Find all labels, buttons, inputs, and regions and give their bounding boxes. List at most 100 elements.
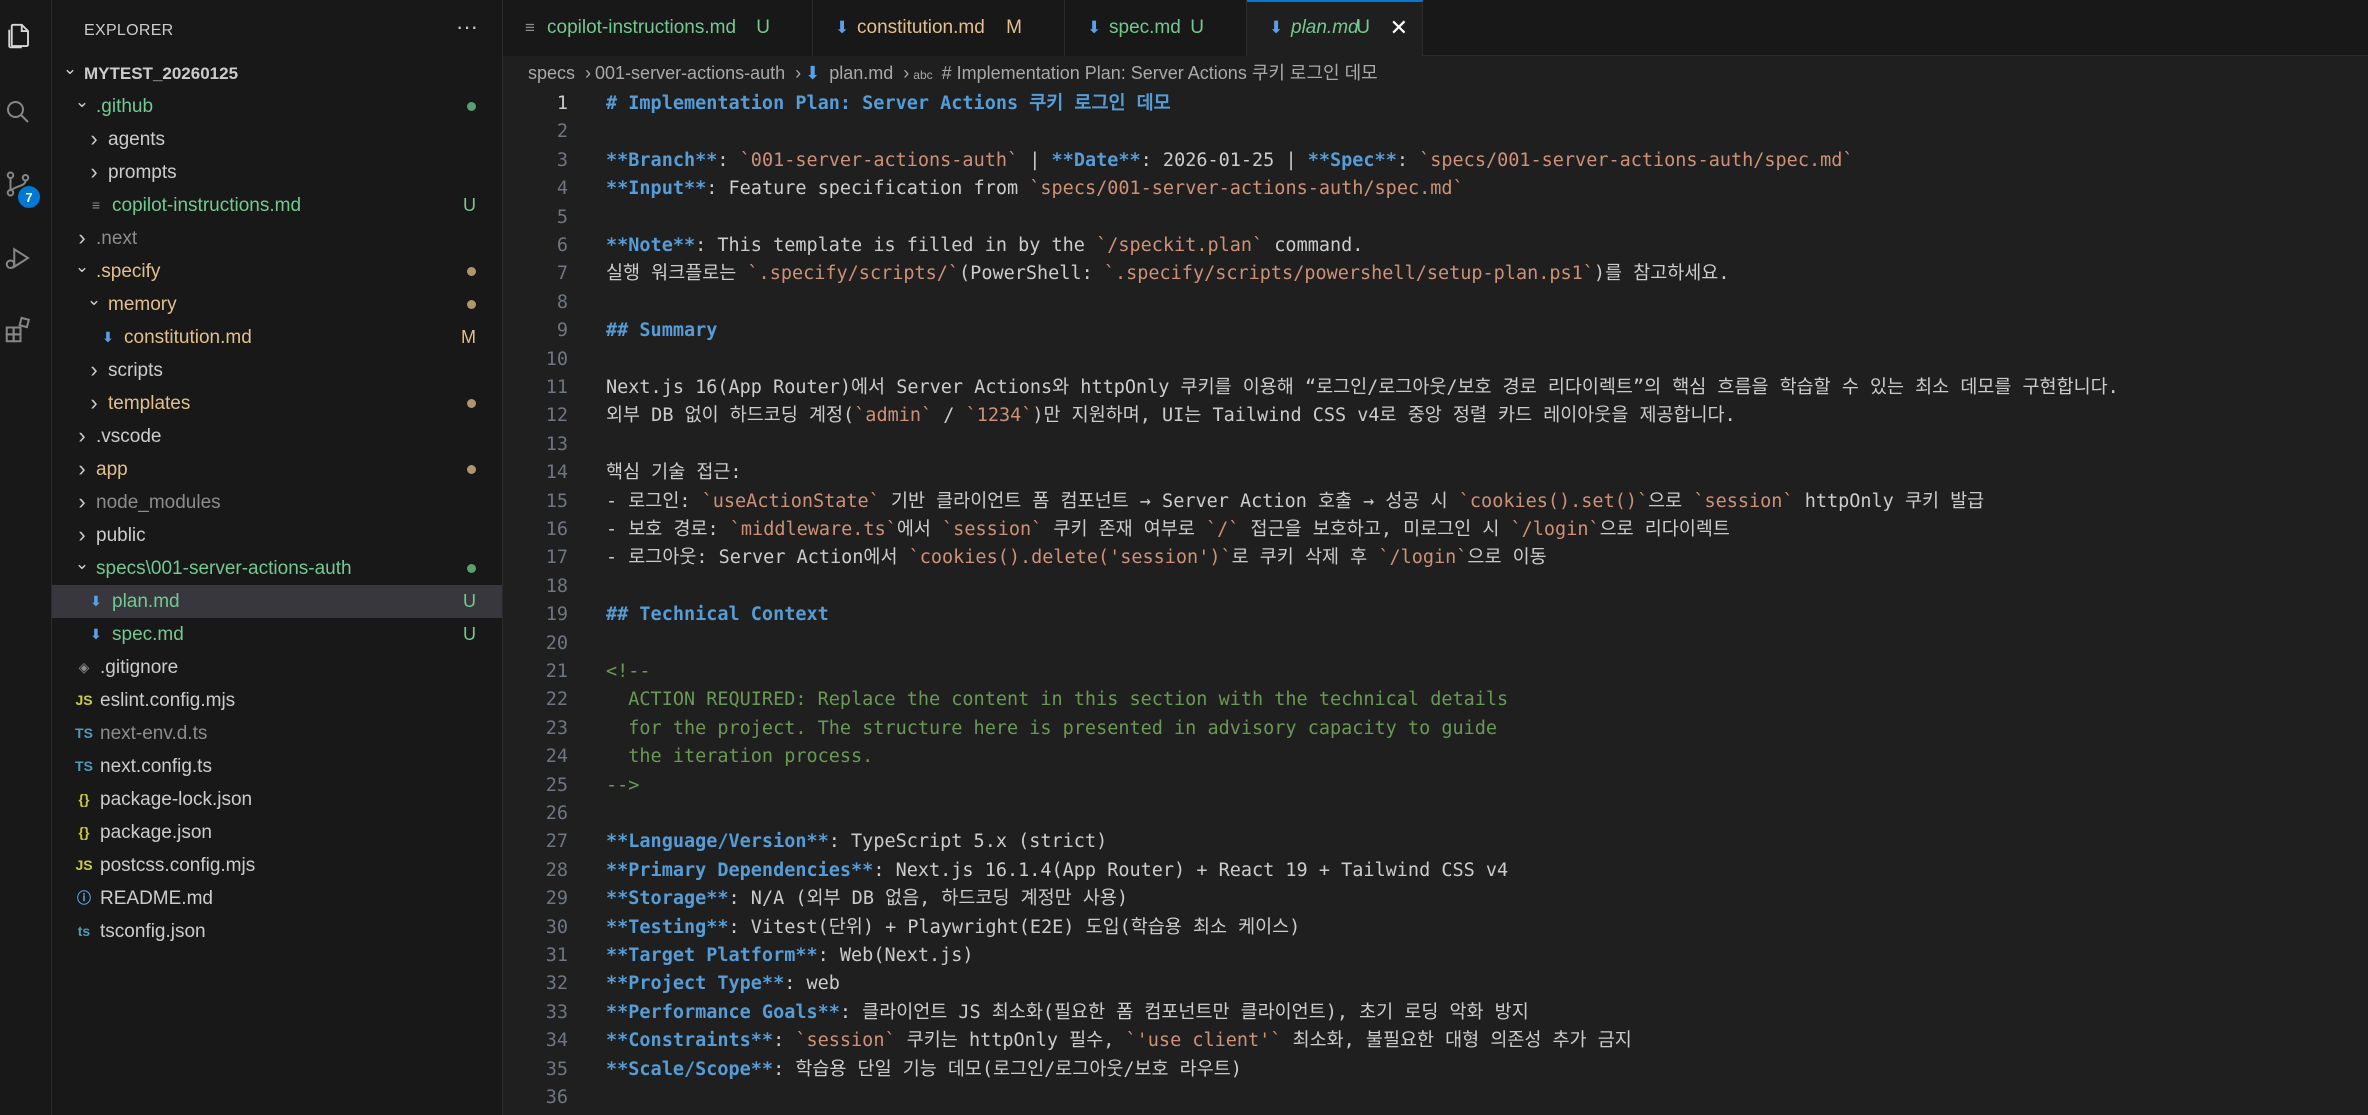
- breadcrumb-specs[interactable]: specs: [528, 63, 575, 83]
- code-line[interactable]: 35 **Scale/Scope**: 학습용 단일 기능 데모(로그인/로그아웃…: [503, 1056, 2368, 1084]
- tree-item[interactable]: ⓘ README.md: [52, 882, 502, 915]
- code-line[interactable]: 20: [503, 630, 2368, 658]
- code-line[interactable]: 3 **Branch**: `001-server-actions-auth` |…: [503, 147, 2368, 175]
- tree-item[interactable]: ⌄ specs\001-server-actions-auth: [52, 552, 502, 585]
- code-line[interactable]: 21 <!--: [503, 658, 2368, 686]
- code-line[interactable]: 13: [503, 431, 2368, 459]
- code-line[interactable]: 31 **Target Platform**: Web(Next.js): [503, 942, 2368, 970]
- code-line[interactable]: 7 실행 워크플로는 `.specify/scripts/`(PowerShell…: [503, 260, 2368, 288]
- code-editor[interactable]: 1 # Implementation Plan: Server Actions 쿠…: [503, 88, 2368, 1115]
- tab-constitution[interactable]: ⬇ constitution.md M: [813, 0, 1065, 56]
- code-line[interactable]: 8: [503, 289, 2368, 317]
- chevron-right-icon[interactable]: ›: [86, 353, 102, 386]
- git-status-badge: U: [1356, 17, 1370, 38]
- chevron-down-icon[interactable]: ⌄: [74, 85, 90, 118]
- tree-item[interactable]: JS postcss.config.mjs: [52, 849, 502, 882]
- tree-item[interactable]: {} package-lock.json: [52, 783, 502, 816]
- close-tab-icon[interactable]: ✕: [1390, 2, 1408, 54]
- tree-item[interactable]: › node_modules: [52, 486, 502, 519]
- code-line[interactable]: 27 **Language/Version**: TypeScript 5.x (…: [503, 828, 2368, 856]
- code-line[interactable]: 32 **Project Type**: web: [503, 970, 2368, 998]
- tree-item[interactable]: ts tsconfig.json: [52, 915, 502, 948]
- chevron-down-icon[interactable]: ⌄: [62, 52, 78, 85]
- code-line[interactable]: 12 외부 DB 없이 하드코딩 계정(`admin` / `1234`)만 지원…: [503, 402, 2368, 430]
- tree-item[interactable]: ⬇ plan.md U: [52, 585, 502, 618]
- javascript-file-icon: JS: [75, 692, 93, 708]
- more-actions-icon[interactable]: ···: [456, 14, 478, 40]
- json-file-icon: {}: [78, 824, 90, 840]
- code-line[interactable]: 2: [503, 118, 2368, 146]
- code-line[interactable]: 15 - 로그인: `useActionState` 기반 클라이언트 폼 컴포넌…: [503, 488, 2368, 516]
- tab-plan[interactable]: ⬇ plan.md U ✕: [1247, 0, 1423, 56]
- code-line[interactable]: 26: [503, 800, 2368, 828]
- tree-item[interactable]: ⬇ constitution.md M: [52, 321, 502, 354]
- tab-copilot-instructions[interactable]: ≡ copilot-instructions.md U: [503, 0, 813, 56]
- tree-item[interactable]: {} package.json: [52, 816, 502, 849]
- inline-code-run: `/login`: [1378, 547, 1468, 569]
- breadcrumb-symbol[interactable]: # Implementation Plan: Server Actions 쿠키…: [942, 63, 1378, 83]
- chevron-down-icon[interactable]: ⌄: [86, 283, 102, 316]
- chevron-right-icon[interactable]: ›: [74, 485, 90, 518]
- code-line[interactable]: 9 ## Summary: [503, 317, 2368, 345]
- tree-item[interactable]: › prompts: [52, 156, 502, 189]
- code-line[interactable]: 1 # Implementation Plan: Server Actions 쿠…: [503, 90, 2368, 118]
- tree-item[interactable]: TS next-env.d.ts: [52, 717, 502, 750]
- tree-item[interactable]: › templates: [52, 387, 502, 420]
- tree-item[interactable]: ⌄ memory: [52, 288, 502, 321]
- info-icon: ⓘ: [77, 890, 91, 906]
- search-icon[interactable]: [0, 94, 36, 130]
- run-debug-icon[interactable]: [0, 240, 36, 276]
- breadcrumb-file[interactable]: plan.md: [829, 63, 893, 83]
- code-line[interactable]: 25 -->: [503, 772, 2368, 800]
- breadcrumb-folder[interactable]: 001-server-actions-auth: [595, 63, 785, 83]
- tree-item[interactable]: › scripts: [52, 354, 502, 387]
- tree-item[interactable]: › agents: [52, 123, 502, 156]
- tree-item[interactable]: ◈ .gitignore: [52, 651, 502, 684]
- chevron-right-icon[interactable]: ›: [86, 386, 102, 419]
- code-line[interactable]: 18: [503, 573, 2368, 601]
- code-line[interactable]: 14 핵심 기술 접근:: [503, 459, 2368, 487]
- chevron-down-icon[interactable]: ⌄: [74, 250, 90, 283]
- tree-item-label: node_modules: [96, 492, 221, 513]
- chevron-right-icon[interactable]: ›: [74, 419, 90, 452]
- code-line[interactable]: 33 **Performance Goals**: 클라이언트 JS 최소화(필요…: [503, 999, 2368, 1027]
- code-line[interactable]: 29 **Storage**: N/A (외부 DB 없음, 하드코딩 계정만 사…: [503, 885, 2368, 913]
- code-line[interactable]: 11 Next.js 16(App Router)에서 Server Action…: [503, 374, 2368, 402]
- code-line[interactable]: 30 **Testing**: Vitest(단위) + Playwright(E…: [503, 914, 2368, 942]
- code-line[interactable]: 36: [503, 1084, 2368, 1112]
- tree-item[interactable]: › .next: [52, 222, 502, 255]
- tree-item[interactable]: ⌄ .github: [52, 90, 502, 123]
- explorer-files-icon[interactable]: [0, 18, 36, 54]
- tree-item[interactable]: ≡ copilot-instructions.md U: [52, 189, 502, 222]
- code-line[interactable]: 28 **Primary Dependencies**: Next.js 16.1…: [503, 857, 2368, 885]
- chevron-right-icon[interactable]: ›: [86, 122, 102, 155]
- text-run: 접근을 보호하고, 미로그인 시: [1239, 519, 1511, 540]
- tree-item[interactable]: ⬇ spec.md U: [52, 618, 502, 651]
- text-run: 으로 이동: [1467, 547, 1547, 569]
- tab-spec[interactable]: ⬇ spec.md U: [1065, 0, 1247, 56]
- tree-item[interactable]: ⌄ MYTEST_20260125: [52, 57, 502, 90]
- code-line[interactable]: 19 ## Technical Context: [503, 601, 2368, 629]
- code-line[interactable]: 22 ACTION REQUIRED: Replace the content …: [503, 686, 2368, 714]
- code-line[interactable]: 5: [503, 204, 2368, 232]
- chevron-right-icon[interactable]: ›: [74, 452, 90, 485]
- tree-item[interactable]: JS eslint.config.mjs: [52, 684, 502, 717]
- code-line[interactable]: 34 **Constraints**: `session` 쿠키는 httpOnl…: [503, 1027, 2368, 1055]
- tree-item[interactable]: › app: [52, 453, 502, 486]
- code-line[interactable]: 17 - 로그아웃: Server Action에서 `cookies().del…: [503, 544, 2368, 572]
- code-line[interactable]: 16 - 보호 경로: `middleware.ts`에서 `session` 쿠…: [503, 516, 2368, 544]
- chevron-down-icon[interactable]: ⌄: [74, 547, 90, 580]
- markdown-file-icon: ⬇: [90, 626, 102, 642]
- code-line[interactable]: 23 for the project. The structure here i…: [503, 715, 2368, 743]
- tree-item[interactable]: › .vscode: [52, 420, 502, 453]
- code-line[interactable]: 6 **Note**: This template is filled in by…: [503, 232, 2368, 260]
- code-line[interactable]: 24 the iteration process.: [503, 743, 2368, 771]
- code-line[interactable]: 10: [503, 346, 2368, 374]
- tree-item[interactable]: ⌄ .specify: [52, 255, 502, 288]
- tree-item[interactable]: TS next.config.ts: [52, 750, 502, 783]
- code-line[interactable]: 4 **Input**: Feature specification from `…: [503, 175, 2368, 203]
- text-file-icon: ≡: [91, 197, 101, 213]
- chevron-right-icon[interactable]: ›: [86, 155, 102, 188]
- tree-item[interactable]: › public: [52, 519, 502, 552]
- extensions-icon[interactable]: [0, 312, 36, 348]
